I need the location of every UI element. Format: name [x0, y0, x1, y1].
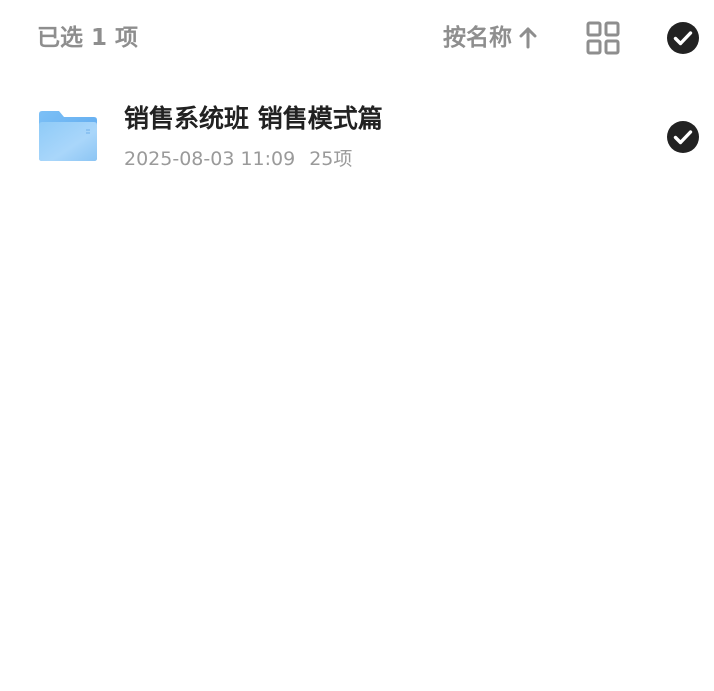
item-checkbox[interactable]	[666, 120, 700, 154]
item-date: 2025-08-03 11:09	[124, 148, 296, 170]
selection-header: 已选 1 项 按名称	[0, 0, 714, 78]
grid-view-button[interactable]	[586, 21, 620, 55]
list-item[interactable]: 销售系统班 销售模式篇 2025-08-03 11:09 25项	[0, 92, 714, 184]
sort-by-name-button[interactable]: 按名称	[443, 22, 538, 54]
sort-label: 按名称	[443, 25, 512, 51]
grid-view-icon	[586, 21, 620, 55]
select-all-checkbox[interactable]	[666, 21, 700, 55]
item-name: 销售系统班 销售模式篇	[124, 104, 383, 133]
item-count: 25项	[309, 148, 353, 170]
selected-count-label: 已选 1 项	[37, 25, 139, 51]
folder-icon	[37, 108, 99, 164]
check-circle-icon	[667, 121, 699, 153]
check-circle-icon	[667, 22, 699, 54]
file-browser-page: 已选 1 项 按名称 销售系统班 销售模式篇 2025-08-03 11:09 …	[0, 0, 714, 691]
arrow-up-icon	[518, 27, 538, 49]
item-meta: 2025-08-03 11:09 25项	[124, 146, 352, 172]
